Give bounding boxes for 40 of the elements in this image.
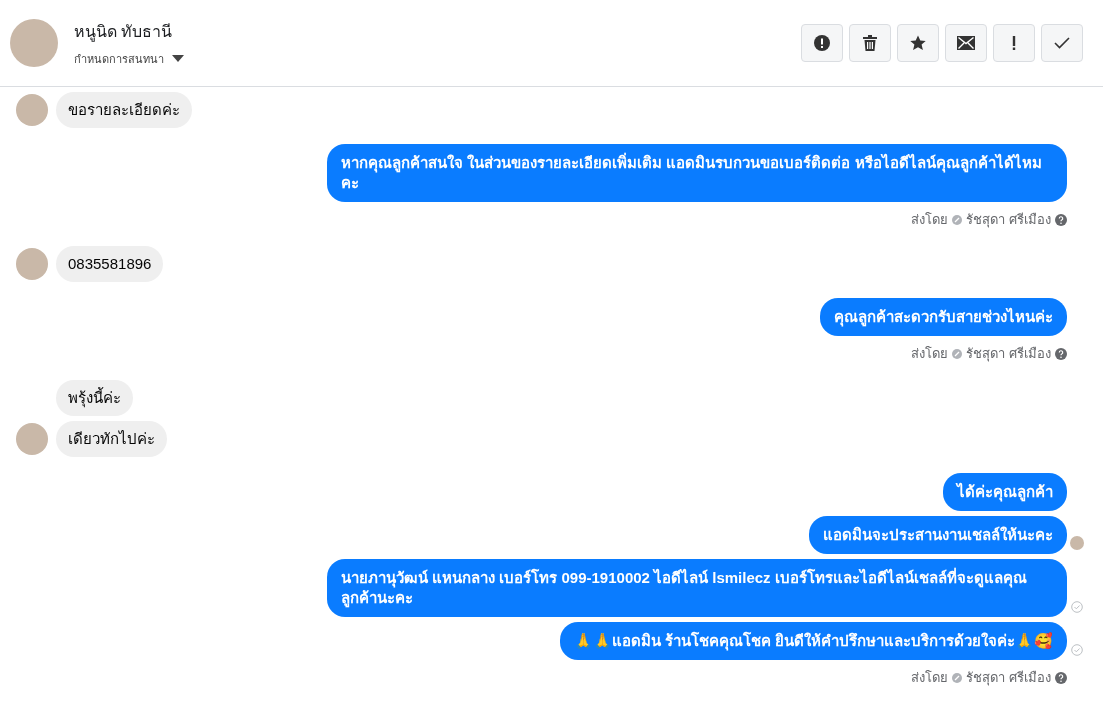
- mail-button[interactable]: [945, 24, 987, 62]
- agent-name: รัชสุดา ศรีเมือง: [966, 345, 1051, 364]
- caret-icon[interactable]: [172, 55, 184, 62]
- avatar-photo-placeholder: [16, 94, 48, 126]
- sent-by-label: ส่งโดย: [911, 211, 949, 229]
- agent-name: รัชสุดา ศรีเมือง: [966, 211, 1051, 230]
- agent-status-icon: [952, 672, 963, 683]
- star-icon: [910, 35, 926, 51]
- message-bubble: แอดมินจะประสานงานเชลล์ให้นะคะ: [809, 516, 1067, 554]
- message-bubble: พรุ้งนี้ค่ะ: [56, 380, 133, 416]
- checkmark-icon: [1054, 37, 1070, 49]
- agent-status-icon: [952, 214, 963, 225]
- avatar-photo-placeholder: [16, 248, 48, 280]
- help-icon[interactable]: [1055, 213, 1067, 226]
- conversation-settings-link[interactable]: กำหนดการสนทนา: [74, 49, 164, 68]
- avatar-photo-placeholder: [16, 423, 48, 455]
- message-bubble: หากคุณลูกค้าสนใจ ในส่วนของรายละเอียดเพิ่มเติม แอดมินรบกวนขอเบอร์ติดต่อ หรือไอดีไลน์คุณลูกค้าได้ไหมคะ: [327, 144, 1067, 202]
- contact-name: หนูนิด ทับธานี: [74, 21, 174, 44]
- message-bubble: คุณลูกค้าสะดวกรับสายช่วงไหนค่ะ: [820, 298, 1067, 336]
- help-icon[interactable]: [1055, 347, 1067, 360]
- envelope-icon: [957, 36, 975, 50]
- avatar-photo-placeholder: [10, 19, 58, 67]
- help-icon[interactable]: [1055, 671, 1067, 684]
- sent-by-label: ส่งโดย: [911, 669, 949, 687]
- alert-icon: [814, 35, 830, 51]
- trash-button[interactable]: [849, 24, 891, 62]
- message-bubble: เดียวทักไปค่ะ: [56, 421, 167, 457]
- trash-icon: [863, 35, 877, 51]
- message-bubble: ได้ค่ะคุณลูกค้า: [943, 473, 1067, 511]
- message-bubble: 0835581896: [56, 246, 164, 282]
- message-bubble: ขอรายละเอียดค่ะ: [56, 92, 192, 128]
- message-bubble: นายภานุวัฒน์ แหนกลาง เบอร์โทร 099-1910002 ไอดีไลน์ lsmilecz เบอร์โทรและไอดีไลน์เชลล์ที่จะดูแลคุณลูกค้านะคะ: [327, 559, 1067, 617]
- exclamation-icon: [1012, 35, 1016, 51]
- check-button[interactable]: [1041, 24, 1083, 62]
- message-bubble: 🙏🙏แอดมิน ร้านโชคคุณโชค ยินดีให้คำปรึกษาและบริการด้วยใจค่ะ🙏🥰: [559, 622, 1067, 660]
- alert-button[interactable]: [801, 24, 843, 62]
- agent-name: รัชสุดา ศรีเมือง: [966, 669, 1051, 688]
- agent-status-icon: [952, 348, 963, 359]
- star-button[interactable]: [897, 24, 939, 62]
- sent-by-label: ส่งโดย: [911, 345, 949, 363]
